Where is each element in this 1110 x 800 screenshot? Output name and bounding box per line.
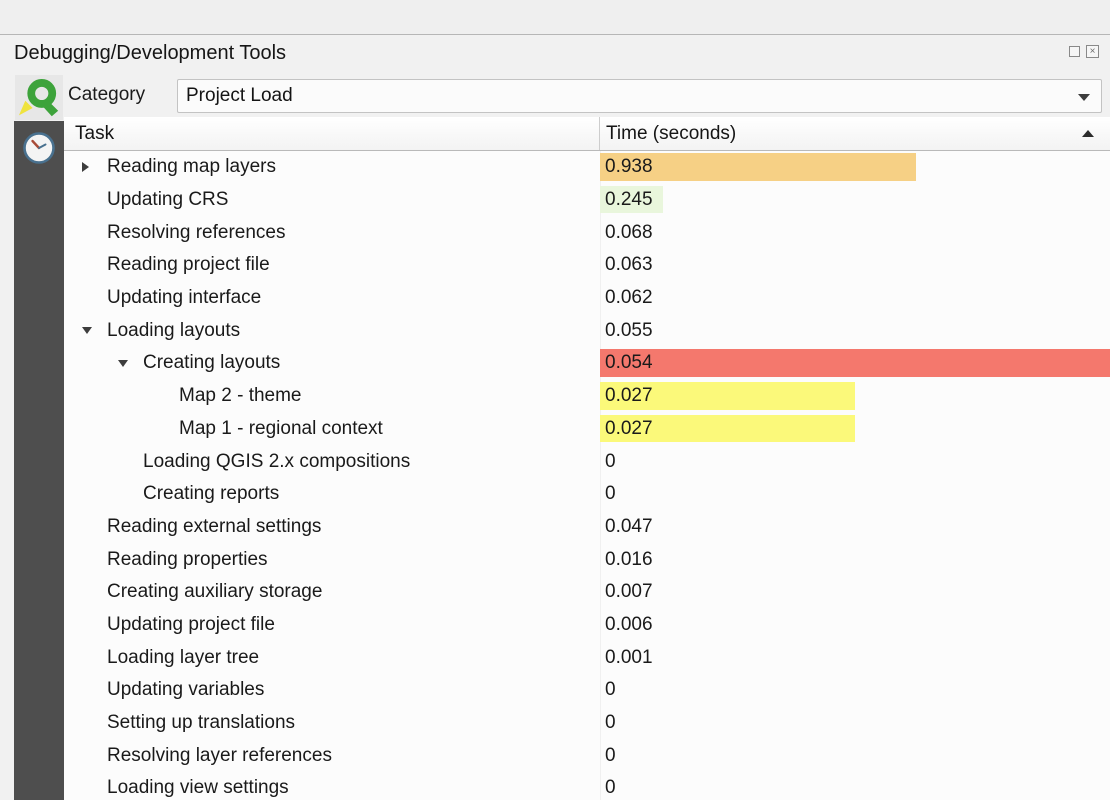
task-label: Reading project file <box>107 254 270 276</box>
task-label: Updating interface <box>107 287 261 309</box>
table-rows: Reading map layers 0.938 Updating CRS 0.245… <box>64 151 1110 800</box>
column-header-time-label: Time (seconds) <box>606 123 736 145</box>
task-label: Updating variables <box>107 679 264 701</box>
profiler-table: Task Time (seconds) Reading map layers 0.… <box>64 117 1110 800</box>
desktop-background <box>0 0 1110 35</box>
table-row[interactable]: Loading layer tree 0.001 <box>64 641 1110 674</box>
table-row[interactable]: Reading map layers 0.938 <box>64 151 1110 184</box>
time-value: 0.007 <box>600 581 653 603</box>
table-row[interactable]: Loading view settings 0 <box>64 772 1110 800</box>
time-value: 0 <box>600 451 616 473</box>
task-label: Resolving layer references <box>107 745 332 767</box>
chevron-down-icon <box>1078 94 1090 101</box>
category-dropdown[interactable]: Project Load <box>177 79 1102 113</box>
qgis-logo-icon <box>15 75 63 120</box>
column-header-task[interactable]: Task <box>64 117 600 150</box>
table-row[interactable]: Setting up translations 0 <box>64 707 1110 740</box>
profiler-clock-button[interactable] <box>20 131 58 169</box>
category-dropdown-value: Project Load <box>186 85 293 107</box>
time-value: 0.055 <box>600 320 653 342</box>
table-row[interactable]: Reading properties 0.016 <box>64 543 1110 576</box>
task-label: Updating project file <box>107 614 275 636</box>
table-row[interactable]: Updating interface 0.062 <box>64 282 1110 315</box>
table-row[interactable]: Loading layouts 0.055 <box>64 314 1110 347</box>
time-value: 0.062 <box>600 287 653 309</box>
task-label: Creating layouts <box>143 352 280 374</box>
time-value: 0.027 <box>600 385 653 407</box>
time-value: 0.063 <box>600 254 653 276</box>
task-label: Updating CRS <box>107 189 228 211</box>
chevron-down-icon[interactable] <box>118 360 143 367</box>
table-row[interactable]: Reading project file 0.063 <box>64 249 1110 282</box>
task-label: Reading external settings <box>107 516 321 538</box>
panel-title: Debugging/Development Tools <box>14 42 286 65</box>
table-row[interactable]: Reading external settings 0.047 <box>64 511 1110 544</box>
table-row[interactable]: Updating variables 0 <box>64 674 1110 707</box>
table-row[interactable]: Updating project file 0.006 <box>64 609 1110 642</box>
table-row[interactable]: Creating reports 0 <box>64 478 1110 511</box>
time-value: 0.938 <box>600 156 653 178</box>
time-value: 0.068 <box>600 222 653 244</box>
table-row[interactable]: Resolving references 0.068 <box>64 216 1110 249</box>
task-label: Loading layer tree <box>107 647 259 669</box>
table-header: Task Time (seconds) <box>64 117 1110 151</box>
column-header-task-label: Task <box>75 123 114 145</box>
task-label: Map 1 - regional context <box>179 418 383 440</box>
task-label: Loading layouts <box>107 320 240 342</box>
time-value: 0 <box>600 483 616 505</box>
task-label: Reading properties <box>107 549 268 571</box>
time-value: 0 <box>600 679 616 701</box>
close-panel-icon[interactable]: × <box>1086 45 1099 58</box>
task-label: Map 2 - theme <box>179 385 302 407</box>
float-window-icon[interactable] <box>1069 46 1080 57</box>
table-row[interactable]: Resolving layer references 0 <box>64 739 1110 772</box>
time-value: 0 <box>600 777 616 799</box>
category-label: Category <box>68 84 145 106</box>
time-value: 0.027 <box>600 418 653 440</box>
chevron-down-icon[interactable] <box>82 327 107 334</box>
task-label: Creating auxiliary storage <box>107 581 322 603</box>
table-row[interactable]: Loading QGIS 2.x compositions 0 <box>64 445 1110 478</box>
time-value: 0.016 <box>600 549 653 571</box>
time-value: 0.054 <box>600 352 653 374</box>
time-value: 0.001 <box>600 647 653 669</box>
clock-icon <box>21 130 57 171</box>
left-toolbar <box>14 121 64 800</box>
task-label: Creating reports <box>143 483 279 505</box>
table-row[interactable]: Map 1 - regional context 0.027 <box>64 413 1110 446</box>
dock-controls: × <box>1069 45 1099 58</box>
time-value: 0 <box>600 745 616 767</box>
table-row[interactable]: Map 2 - theme 0.027 <box>64 380 1110 413</box>
task-label: Setting up translations <box>107 712 295 734</box>
sort-ascending-icon <box>1082 130 1094 137</box>
task-label: Resolving references <box>107 222 285 244</box>
table-row[interactable]: Creating auxiliary storage 0.007 <box>64 576 1110 609</box>
chevron-right-icon[interactable] <box>82 162 107 172</box>
table-row[interactable]: Updating CRS 0.245 <box>64 184 1110 217</box>
table-row[interactable]: Creating layouts 0.054 <box>64 347 1110 380</box>
time-value: 0.006 <box>600 614 653 636</box>
task-label: Reading map layers <box>107 156 276 178</box>
time-value: 0.245 <box>600 189 653 211</box>
column-header-time[interactable]: Time (seconds) <box>601 117 1110 150</box>
time-value: 0.047 <box>600 516 653 538</box>
time-value: 0 <box>600 712 616 734</box>
time-bar <box>600 349 1110 377</box>
task-label: Loading QGIS 2.x compositions <box>143 451 410 473</box>
task-label: Loading view settings <box>107 777 289 799</box>
